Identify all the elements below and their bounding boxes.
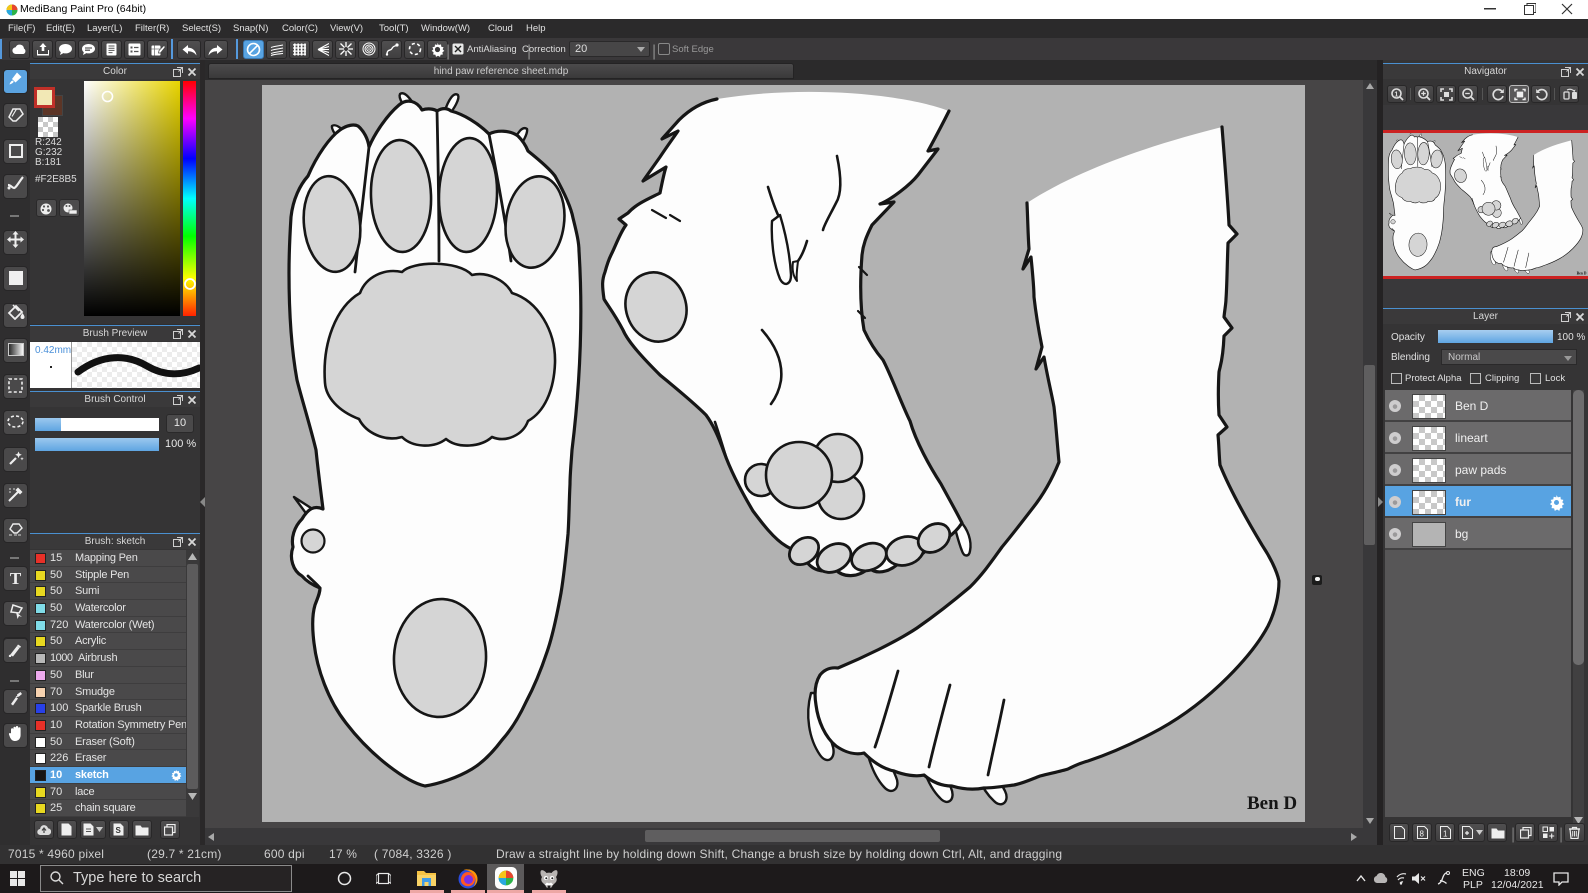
svg-text:1: 1 bbox=[1443, 830, 1448, 839]
svg-text:S: S bbox=[116, 826, 122, 835]
svg-text:8: 8 bbox=[1420, 830, 1425, 839]
svg-text:1: 1 bbox=[1394, 91, 1398, 98]
